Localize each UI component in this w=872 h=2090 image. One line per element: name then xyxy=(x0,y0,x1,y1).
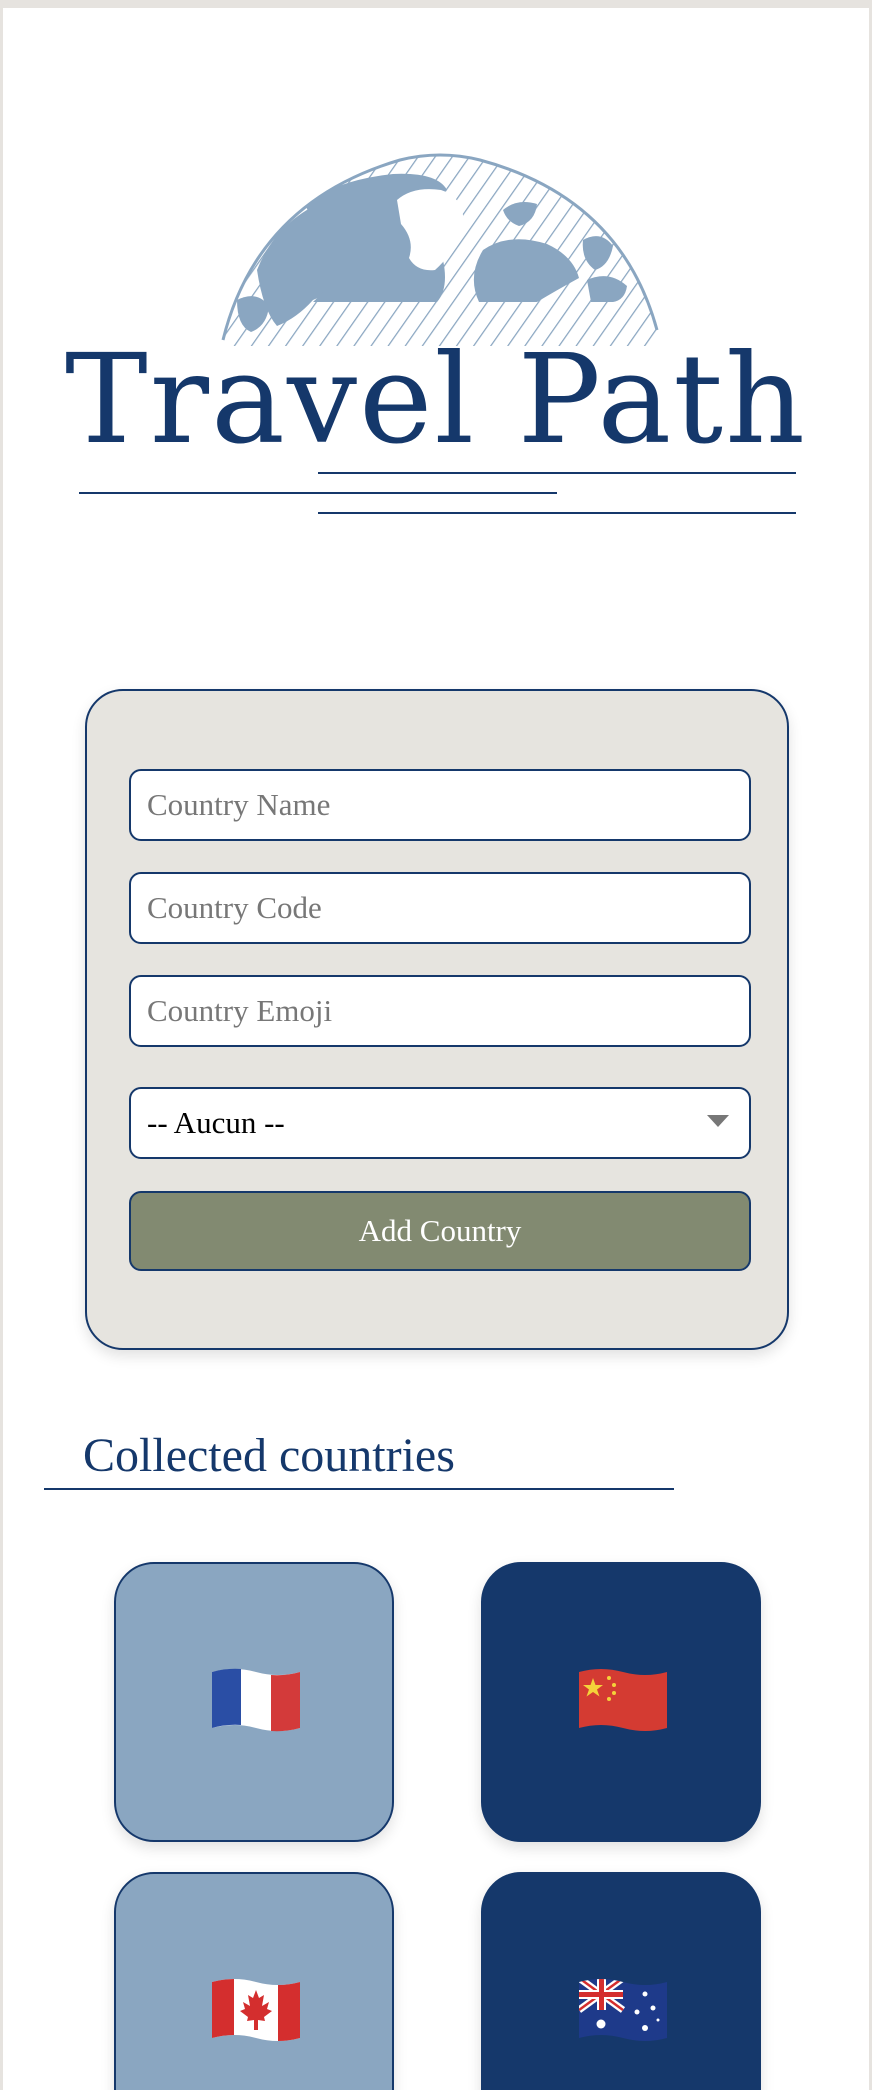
canada-flag-icon xyxy=(212,1979,300,2041)
title-divider xyxy=(79,492,557,494)
add-country-button[interactable]: Add Country xyxy=(129,1191,751,1271)
select-value: -- Aucun -- xyxy=(147,1105,285,1140)
country-card-australia[interactable] xyxy=(481,1872,761,2090)
section-divider xyxy=(44,1488,674,1490)
country-card-china[interactable] xyxy=(481,1562,761,1842)
continent-select[interactable]: -- Aucun -- xyxy=(129,1087,751,1159)
country-name-input[interactable] xyxy=(129,769,751,841)
france-flag-icon xyxy=(212,1668,300,1732)
collected-countries-title: Collected countries xyxy=(83,1429,455,1482)
china-flag-icon xyxy=(579,1669,667,1731)
chevron-down-icon xyxy=(707,1115,729,1127)
country-card-france[interactable] xyxy=(114,1562,394,1842)
country-card-canada[interactable] xyxy=(114,1872,394,2090)
country-emoji-input[interactable] xyxy=(129,975,751,1047)
app-title: Travel Path xyxy=(65,328,807,472)
globe-icon xyxy=(221,153,659,346)
australia-flag-icon xyxy=(579,1979,667,2041)
title-divider xyxy=(318,512,796,514)
page: Travel Path -- Aucun -- Add Country Coll… xyxy=(3,8,869,2090)
title-divider xyxy=(318,472,796,474)
country-code-input[interactable] xyxy=(129,872,751,944)
add-country-form: -- Aucun -- Add Country xyxy=(85,689,789,1350)
